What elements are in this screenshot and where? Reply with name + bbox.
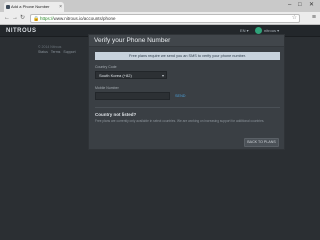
minimize-button[interactable]: –	[288, 1, 291, 9]
verify-phone-panel: Verify your Phone Number Free plans requ…	[88, 34, 285, 150]
terms-link[interactable]: Terms	[51, 50, 61, 54]
page-title: Verify your Phone Number	[94, 37, 171, 44]
browser-tab[interactable]: Add a Phone Number ×	[4, 2, 64, 12]
tab-title: Add a Phone Number	[11, 4, 50, 9]
sms-notice-banner: Free plans require we send you an SMS to…	[95, 52, 280, 60]
back-to-plans-button[interactable]: BACK TO PLANS	[244, 138, 279, 147]
lock-icon: 🔒	[33, 16, 40, 22]
bookmark-star-icon[interactable]: ☆	[292, 15, 297, 22]
country-not-listed-heading: Country not listed?	[95, 112, 137, 117]
nitrous-logo[interactable]: NITROUS	[6, 28, 37, 34]
support-link[interactable]: Support	[63, 50, 75, 54]
country-code-select[interactable]: South Korea (+82) ▾	[95, 71, 167, 79]
reload-icon[interactable]: ↻	[20, 14, 25, 22]
panel-header: Verify your Phone Number	[89, 35, 284, 47]
section-divider	[95, 107, 280, 108]
send-sms-link[interactable]: SEND	[175, 93, 186, 99]
maximize-button[interactable]: □	[298, 1, 302, 9]
forward-arrow-icon[interactable]: →	[12, 14, 18, 22]
browser-menu-icon[interactable]: ≡	[312, 14, 316, 22]
back-arrow-icon[interactable]: ←	[4, 14, 10, 22]
favicon-icon	[6, 5, 10, 9]
mobile-number-label: Mobile Number	[95, 86, 119, 90]
mobile-number-input[interactable]	[95, 92, 170, 100]
url-text: https://www.nitrous.io/accounts/phone	[40, 16, 116, 21]
browser-tabbar: Add a Phone Number × – □ ✕	[0, 0, 320, 12]
footer-links: Status Terms Support	[38, 50, 78, 55]
country-not-listed-text: Free plans are currently only available …	[95, 119, 265, 123]
browser-toolbar: ← → ↻ 🔒 https://www.nitrous.io/accounts/…	[0, 12, 320, 25]
user-avatar[interactable]	[255, 27, 262, 34]
status-link[interactable]: Status	[38, 50, 48, 54]
close-window-button[interactable]: ✕	[309, 1, 314, 9]
tab-close-icon[interactable]: ×	[59, 2, 62, 12]
address-bar[interactable]: 🔒 https://www.nitrous.io/accounts/phone …	[30, 14, 300, 23]
country-code-label: Country Code	[95, 65, 117, 69]
country-code-value: South Korea (+82)	[99, 73, 132, 78]
chevron-down-icon: ▾	[161, 73, 164, 78]
